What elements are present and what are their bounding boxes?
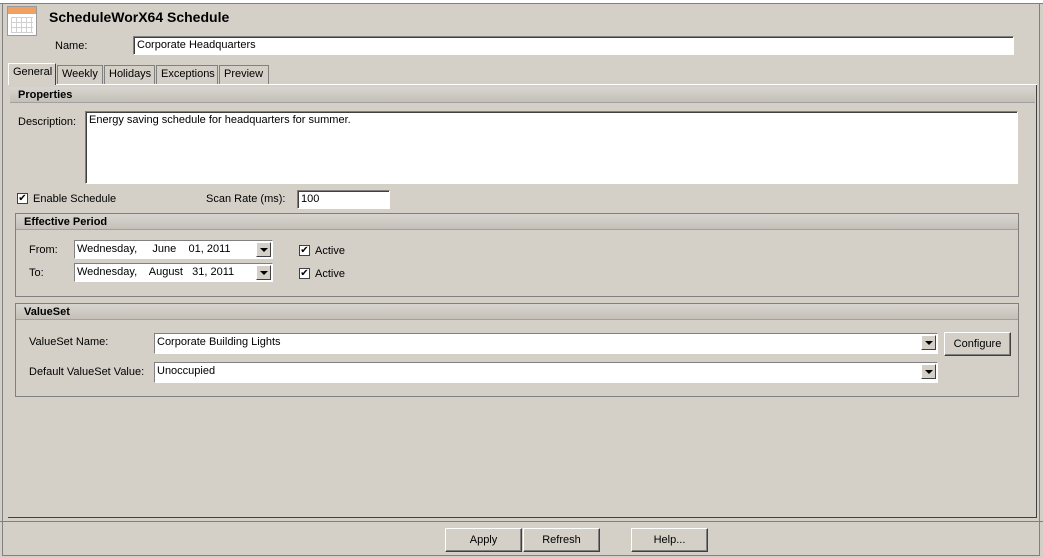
calendar-icon — [7, 6, 37, 36]
help-button[interactable]: Help... — [631, 528, 708, 552]
from-active-label: Active — [315, 245, 345, 257]
to-active-label: Active — [315, 268, 345, 280]
configure-button[interactable]: Configure — [944, 332, 1011, 356]
valueset-name-label: ValueSet Name: — [29, 336, 109, 348]
tab-holidays[interactable]: Holidays — [104, 65, 155, 84]
to-date-picker[interactable]: Wednesday, August 31, 2011 — [74, 263, 273, 282]
description-textarea[interactable]: Energy saving schedule for headquarters … — [85, 111, 1018, 184]
scan-rate-input[interactable]: 100 — [297, 190, 390, 209]
from-date-value: Wednesday, June 01, 2011 — [77, 243, 231, 255]
enable-schedule-checkbox[interactable]: ✔ — [17, 193, 28, 204]
top-edge-shadow — [0, 3, 1043, 4]
chevron-down-icon[interactable] — [256, 265, 271, 280]
chevron-down-icon[interactable] — [921, 364, 936, 379]
tab-general[interactable]: General — [8, 63, 56, 85]
chevron-down-icon[interactable] — [256, 242, 271, 257]
valueset-heading: ValueSet — [16, 304, 1018, 320]
default-valueset-select[interactable]: Unoccupied — [154, 362, 938, 383]
refresh-button[interactable]: Refresh — [523, 528, 600, 552]
valueset-name-value: Corporate Building Lights — [157, 336, 281, 348]
footer-divider — [0, 521, 1043, 522]
default-valueset-value: Unoccupied — [157, 365, 216, 377]
valueset-name-select[interactable]: Corporate Building Lights — [154, 333, 938, 354]
from-date-picker[interactable]: Wednesday, June 01, 2011 — [74, 240, 273, 259]
name-input[interactable]: Corporate Headquarters — [133, 36, 1014, 55]
to-date-value: Wednesday, August 31, 2011 — [77, 266, 235, 278]
tab-preview[interactable]: Preview — [219, 65, 269, 84]
description-label: Description: — [18, 116, 77, 128]
chevron-down-icon[interactable] — [921, 335, 936, 350]
scan-rate-label: Scan Rate (ms): — [206, 193, 286, 205]
from-active-checkbox[interactable]: ✔ — [299, 245, 310, 256]
tab-exceptions[interactable]: Exceptions — [156, 65, 218, 84]
from-label: From: — [29, 244, 58, 256]
to-active-checkbox[interactable]: ✔ — [299, 268, 310, 279]
enable-schedule-label: Enable Schedule — [33, 193, 117, 205]
name-label: Name: — [55, 40, 88, 52]
effective-period-heading: Effective Period — [16, 214, 1018, 230]
to-label: To: — [29, 267, 44, 279]
window-title: ScheduleWorX64 Schedule — [49, 9, 230, 25]
tab-weekly[interactable]: Weekly — [57, 65, 103, 84]
apply-button[interactable]: Apply — [445, 528, 522, 552]
properties-heading: Properties — [10, 87, 1035, 103]
default-valueset-label: Default ValueSet Value: — [29, 366, 145, 378]
